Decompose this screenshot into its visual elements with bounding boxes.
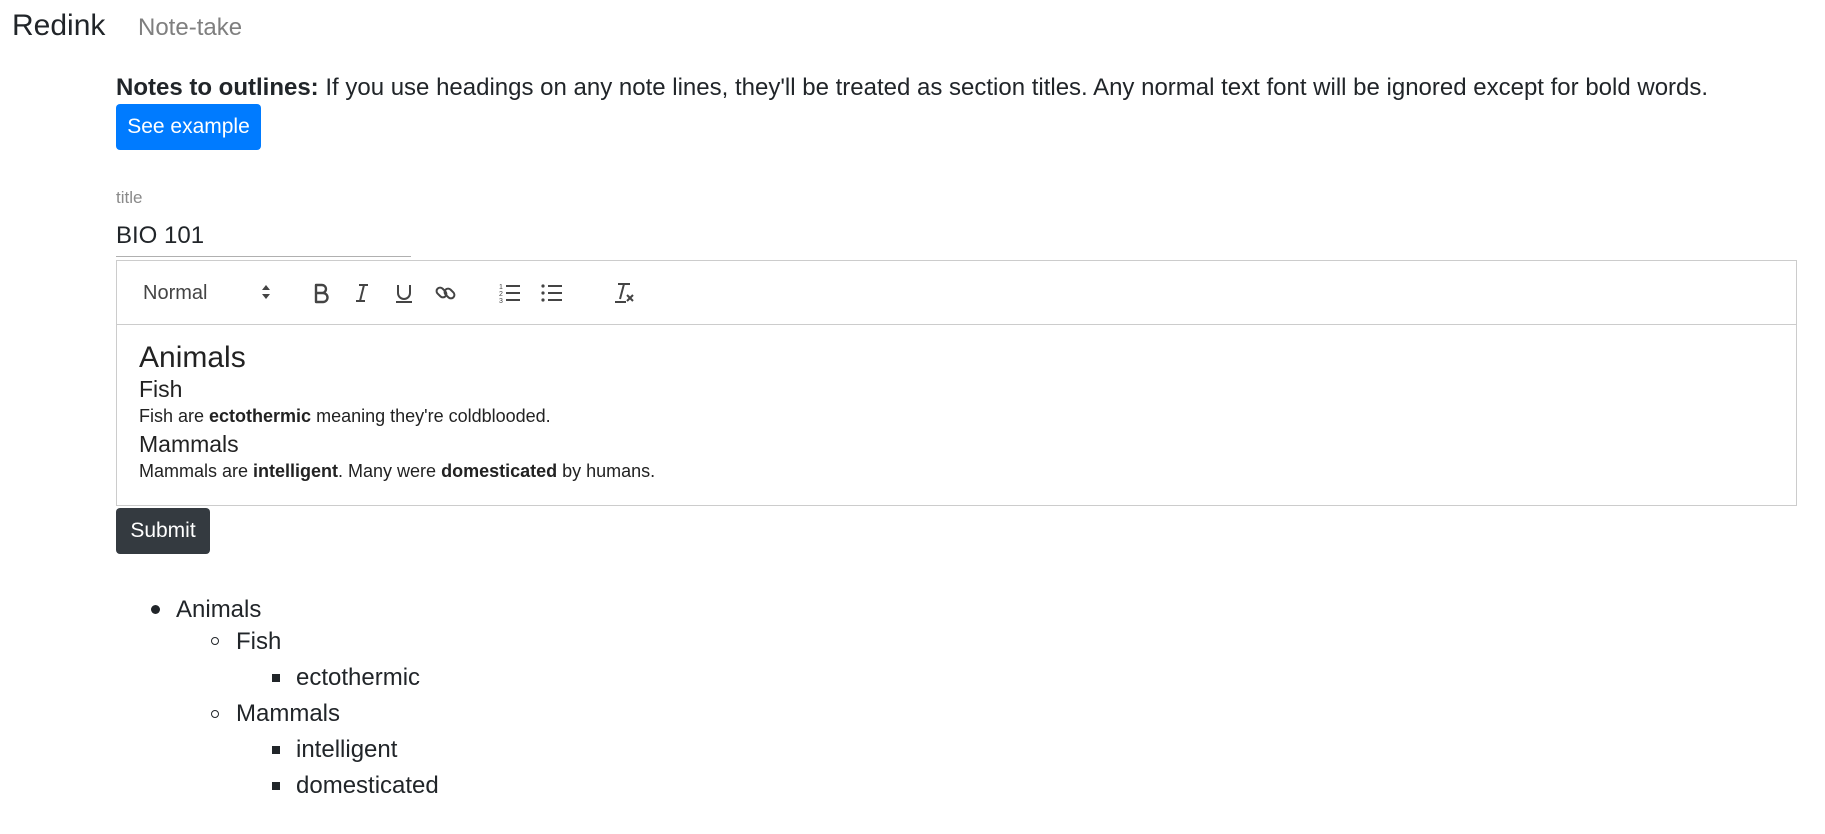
outline-item-fish: Fish bbox=[236, 628, 282, 655]
title-input[interactable] bbox=[116, 216, 411, 257]
rich-text-editor: Normal 1 2 3 Animals Fish Fish are ectot… bbox=[116, 260, 1797, 506]
brand-logo[interactable]: Redink bbox=[12, 9, 105, 43]
italic-icon bbox=[356, 284, 368, 302]
svg-text:2: 2 bbox=[499, 291, 503, 298]
link-icon bbox=[435, 286, 456, 300]
bold-term: domesticated bbox=[441, 461, 558, 481]
ordered-list-icon: 1 2 3 bbox=[499, 284, 520, 305]
outline-item-mammals: Mammals bbox=[236, 700, 341, 727]
bullet-square bbox=[272, 746, 280, 754]
outline-item-domesticated: domesticated bbox=[296, 772, 439, 799]
bold-icon bbox=[314, 283, 329, 304]
see-example-button[interactable]: See example bbox=[116, 104, 261, 150]
bullet-circle bbox=[211, 710, 219, 718]
clear-format-button[interactable] bbox=[607, 275, 641, 311]
svg-text:3: 3 bbox=[499, 298, 503, 305]
select-arrows-icon bbox=[262, 285, 270, 299]
bullet-disc bbox=[151, 605, 160, 614]
editor-content[interactable]: Animals Fish Fish are ectothermic meanin… bbox=[139, 341, 1774, 485]
format-select[interactable]: Normal bbox=[143, 277, 283, 309]
instructions-text: If you use headings on any note lines, t… bbox=[318, 74, 1709, 101]
editor-toolbar: Normal 1 2 3 bbox=[117, 261, 1796, 325]
bullet-list-button[interactable] bbox=[535, 275, 569, 311]
navbar: Redink Note-take bbox=[0, 0, 1825, 54]
svg-text:1: 1 bbox=[499, 284, 503, 291]
bullet-list-icon bbox=[541, 284, 562, 302]
submit-button[interactable]: Submit bbox=[116, 508, 210, 554]
ordered-list-button[interactable]: 1 2 3 bbox=[493, 275, 527, 311]
editor-heading-animals: Animals bbox=[139, 341, 246, 374]
editor-paragraph-fish: Fish are ectothermic meaning they're col… bbox=[139, 406, 551, 426]
bullet-square bbox=[272, 674, 280, 682]
bold-term: intelligent bbox=[253, 461, 339, 481]
editor-heading-mammals: Mammals bbox=[139, 431, 239, 457]
underline-icon bbox=[396, 285, 412, 303]
outline-item-intelligent: intelligent bbox=[296, 736, 398, 763]
title-label: title bbox=[116, 188, 143, 207]
editor-heading-fish: Fish bbox=[139, 376, 183, 402]
bold-button[interactable] bbox=[304, 275, 338, 311]
nav-link-note-take[interactable]: Note-take bbox=[138, 14, 242, 42]
italic-button[interactable] bbox=[345, 275, 379, 311]
bullet-circle bbox=[211, 637, 219, 645]
format-select-value: Normal bbox=[143, 281, 208, 304]
instructions-heading: Notes to outlines: bbox=[116, 74, 319, 101]
bullet-square bbox=[272, 782, 280, 790]
instructions: Notes to outlines: If you use headings o… bbox=[116, 72, 1816, 104]
outline-item-ectothermic: ectothermic bbox=[296, 664, 421, 691]
bold-term: ectothermic bbox=[209, 406, 312, 426]
link-button[interactable] bbox=[429, 275, 463, 311]
outline-item-root: Animals bbox=[176, 596, 262, 623]
clear-format-icon bbox=[615, 283, 634, 303]
underline-button[interactable] bbox=[387, 275, 421, 311]
editor-paragraph-mammals: Mammals are intelligent. Many were domes… bbox=[139, 461, 656, 481]
